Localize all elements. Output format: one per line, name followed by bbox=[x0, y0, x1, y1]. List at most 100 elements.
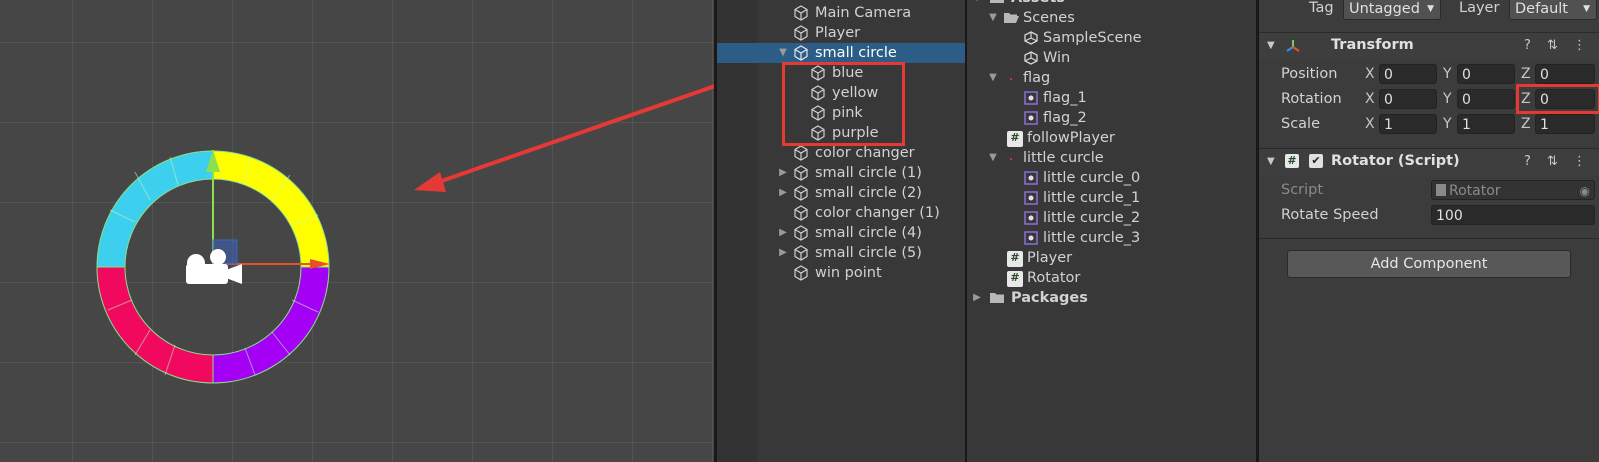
rotation-x-field[interactable]: 0 bbox=[1379, 89, 1437, 109]
layer-dropdown[interactable]: Default ▼ bbox=[1509, 0, 1597, 20]
project-asset[interactable]: ▼ little curcle bbox=[987, 148, 1187, 168]
project-item-label: little curcle bbox=[1023, 150, 1104, 166]
expand-arrow-icon[interactable]: ▼ bbox=[1267, 40, 1275, 51]
expand-arrow-icon[interactable]: ▶ bbox=[777, 183, 789, 203]
gameobject-icon bbox=[794, 5, 808, 21]
hierarchy-item-label: win point bbox=[815, 265, 882, 281]
add-component-button[interactable]: Add Component bbox=[1287, 250, 1571, 278]
sprite-icon bbox=[1010, 78, 1012, 80]
hierarchy-gutter bbox=[717, 0, 757, 462]
help-icon[interactable]: ? bbox=[1524, 38, 1531, 53]
project-asset[interactable]: # followPlayer bbox=[1007, 128, 1227, 148]
project-asset[interactable]: flag_2 bbox=[1023, 108, 1223, 128]
position-y-field[interactable]: 0 bbox=[1457, 64, 1515, 84]
transform-header[interactable]: ▼ Transform ? ⇅ ⋮ bbox=[1259, 32, 1599, 59]
csharp-script-icon: # bbox=[1007, 271, 1023, 287]
expand-arrow-icon[interactable]: ▶ bbox=[777, 223, 789, 243]
hierarchy-item-label: Main Camera bbox=[815, 5, 912, 21]
x-axis-label: X bbox=[1365, 66, 1375, 82]
rotator-header[interactable]: ▼ # ✔ Rotator (Script) ? ⇅ ⋮ bbox=[1259, 148, 1599, 175]
project-asset[interactable]: little curcle_3 bbox=[1023, 228, 1223, 248]
project-asset[interactable]: # Rotator bbox=[1007, 268, 1207, 288]
rotate-speed-field[interactable]: 100 bbox=[1431, 205, 1595, 225]
expand-arrow-icon[interactable]: ▶ bbox=[971, 288, 983, 308]
sprite-icon bbox=[1024, 191, 1038, 205]
expand-arrow-icon[interactable]: ▶ bbox=[777, 243, 789, 263]
project-asset[interactable]: Win bbox=[1023, 48, 1223, 68]
project-asset[interactable]: little curcle_2 bbox=[1023, 208, 1223, 228]
project-item-label: flag_1 bbox=[1043, 90, 1087, 106]
hierarchy-item-label: color changer (1) bbox=[815, 205, 940, 221]
presets-icon[interactable]: ⇅ bbox=[1547, 154, 1558, 169]
hierarchy-item-label: small circle (2) bbox=[815, 185, 922, 201]
script-label: Script bbox=[1281, 182, 1324, 198]
project-item-label: little curcle_3 bbox=[1043, 230, 1141, 246]
script-asset-icon bbox=[1436, 184, 1446, 196]
project-asset[interactable]: SampleScene bbox=[1023, 28, 1223, 48]
position-z-field[interactable]: 0 bbox=[1535, 64, 1595, 84]
folder-icon bbox=[990, 0, 1004, 3]
expand-arrow-icon[interactable]: ▼ bbox=[987, 8, 999, 28]
hierarchy-item[interactable]: ▶ small circle (2) bbox=[777, 183, 963, 203]
expand-arrow-icon[interactable]: ▼ bbox=[971, 0, 983, 8]
project-folder-label: Packages bbox=[1011, 290, 1088, 306]
help-icon[interactable]: ? bbox=[1524, 154, 1531, 169]
rotate-speed-label: Rotate Speed bbox=[1281, 207, 1379, 223]
hierarchy-item[interactable]: ▶ small circle (5) bbox=[777, 243, 963, 263]
scale-x-field[interactable]: 1 bbox=[1379, 114, 1437, 134]
y-axis-label: Y bbox=[1443, 91, 1452, 107]
chevron-down-icon: ▼ bbox=[1583, 4, 1590, 14]
expand-arrow-icon[interactable]: ▼ bbox=[987, 68, 999, 88]
project-asset[interactable]: little curcle_0 bbox=[1023, 168, 1223, 188]
position-x-field[interactable]: 0 bbox=[1379, 64, 1437, 84]
scene-view[interactable] bbox=[0, 0, 714, 462]
project-asset[interactable]: flag_1 bbox=[1023, 88, 1223, 108]
expand-arrow-icon[interactable]: ▼ bbox=[987, 148, 999, 168]
hierarchy-item[interactable]: ▶ small circle (1) bbox=[777, 163, 963, 183]
hierarchy-item-selected[interactable]: ▼ small circle bbox=[777, 43, 963, 63]
project-folder[interactable]: ▼ Scenes bbox=[987, 8, 1187, 28]
tag-dropdown[interactable]: Untagged ▼ bbox=[1343, 0, 1441, 20]
project-asset[interactable]: little curcle_1 bbox=[1023, 188, 1223, 208]
project-asset[interactable]: ▼ flag bbox=[987, 68, 1187, 88]
project-folder[interactable]: ▼ Assets bbox=[971, 0, 1171, 8]
object-picker-icon[interactable]: ◉ bbox=[1580, 181, 1590, 201]
project-asset[interactable]: # Player bbox=[1007, 248, 1207, 268]
gameobject-icon bbox=[794, 145, 808, 161]
more-options-icon[interactable]: ⋮ bbox=[1573, 154, 1586, 169]
hierarchy-item[interactable]: ▶ small circle (4) bbox=[777, 223, 963, 243]
sprite-icon bbox=[1024, 211, 1038, 225]
hierarchy-item[interactable]: color changer (1) bbox=[793, 203, 963, 223]
csharp-script-icon: # bbox=[1007, 251, 1023, 267]
presets-icon[interactable]: ⇅ bbox=[1547, 38, 1558, 53]
gameobject-icon bbox=[794, 225, 808, 241]
project-item-label: Player bbox=[1027, 250, 1073, 266]
gameobject-icon bbox=[794, 45, 808, 61]
hierarchy-item[interactable]: color changer bbox=[793, 143, 963, 163]
sprite-icon bbox=[1024, 171, 1038, 185]
project-folder[interactable]: ▶ Packages bbox=[971, 288, 1171, 308]
project-item-label: Rotator bbox=[1027, 270, 1081, 286]
project-folder-label: Assets bbox=[1011, 0, 1065, 8]
expand-arrow-icon[interactable]: ▼ bbox=[1267, 156, 1275, 167]
inspector-panel: Tag Untagged ▼ Layer Default ▼ ▼ Transfo… bbox=[1259, 0, 1599, 462]
transform-title: Transform bbox=[1331, 37, 1414, 53]
hierarchy-item[interactable]: win point bbox=[793, 263, 963, 283]
transform-icon bbox=[1286, 40, 1300, 52]
x-axis-label: X bbox=[1365, 91, 1375, 107]
more-options-icon[interactable]: ⋮ bbox=[1573, 38, 1586, 53]
scale-y-field[interactable]: 1 bbox=[1457, 114, 1515, 134]
ring-segment-purple bbox=[212, 266, 330, 384]
scale-z-field[interactable]: 1 bbox=[1535, 114, 1595, 134]
enabled-checkbox[interactable]: ✔ bbox=[1309, 154, 1323, 168]
x-axis-label: X bbox=[1365, 116, 1375, 132]
expand-arrow-icon[interactable]: ▼ bbox=[777, 43, 789, 63]
expand-arrow-icon[interactable]: ▶ bbox=[777, 163, 789, 183]
ring-segment-cyan bbox=[96, 150, 214, 268]
separator bbox=[1259, 238, 1599, 239]
project-item-label: Win bbox=[1043, 50, 1071, 66]
chevron-down-icon: ▼ bbox=[1427, 4, 1434, 14]
hierarchy-item[interactable]: Main Camera bbox=[793, 3, 963, 23]
hierarchy-item[interactable]: Player bbox=[793, 23, 963, 43]
rotation-y-field[interactable]: 0 bbox=[1457, 89, 1515, 109]
